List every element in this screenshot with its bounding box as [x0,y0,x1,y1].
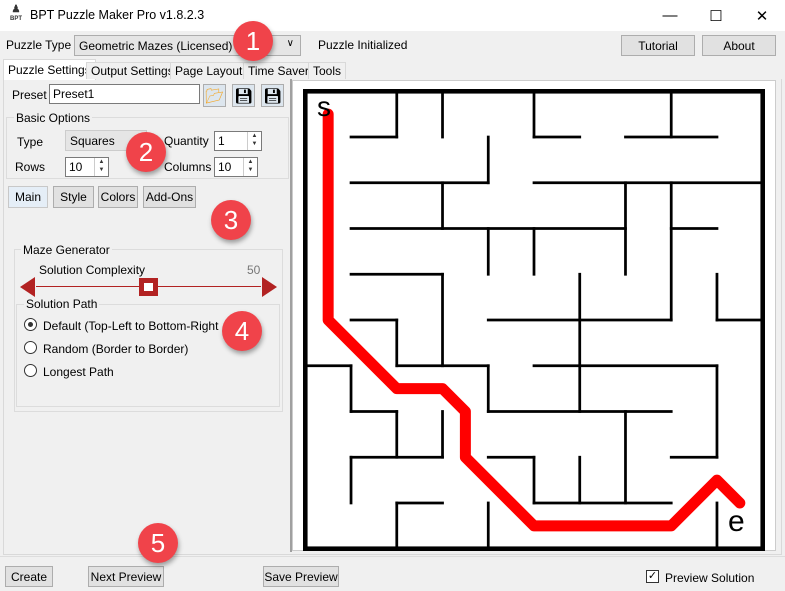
preset-label: Preset [12,88,47,102]
callout-badge-2: 2 [126,132,166,172]
rows-label: Rows [15,160,46,174]
radio-random-label[interactable]: Random (Border to Border) [43,342,188,356]
tab-puzzle-settings[interactable]: Puzzle Settings [3,59,96,80]
type-label: Type [17,135,44,149]
maze-svg [303,89,765,551]
save-as-icon[interactable]: 💾︎ [261,84,284,107]
create-button[interactable]: Create [5,566,53,587]
quantity-label: Quantity [164,134,209,148]
maze-preview: s e [292,80,776,551]
subtab-style[interactable]: Style [53,186,94,208]
callout-badge-4: 4 [222,311,262,351]
maze-start-label: s [317,91,331,122]
complexity-label: Solution Complexity [39,263,146,277]
save-preview-button[interactable]: Save Preview [263,566,339,587]
maze-end-label: e [728,505,745,538]
callout-badge-1: 1 [233,21,273,61]
chevron-down-icon: ∨ [286,38,294,49]
slider-thumb[interactable] [138,278,158,296]
preview-solution-checkbox[interactable]: ✓ [646,570,659,583]
callout-badge-3: 3 [211,200,251,240]
radio-default[interactable] [24,318,37,331]
radio-default-label[interactable]: Default (Top-Left to Bottom-Right [43,319,218,333]
rows-stepper[interactable]: 10 ▲ ▼ [65,157,109,177]
preview-solution-label[interactable]: Preview Solution [665,571,754,585]
divider [0,556,785,557]
maze-generator-title: Maze Generator [21,243,112,257]
rows-value: 10 [69,160,83,174]
puzzle-type-value: Geometric Mazes (Licensed) [79,38,233,53]
columns-label: Columns [164,160,212,174]
tab-page-layout[interactable]: Page Layout [170,62,248,79]
callout-badge-5: 5 [138,523,178,563]
columns-value: 10 [218,160,232,174]
solution-path-title: Solution Path [24,297,100,311]
folder-open-icon[interactable]: 📂︎ [203,84,226,107]
app-logo-icon: ♟ BPT [10,4,22,23]
quantity-value: 1 [218,134,225,148]
complexity-slider[interactable] [20,277,277,297]
columns-stepper[interactable]: 10 ▲ ▼ [214,157,258,177]
maximize-icon[interactable]: ☐ [693,0,739,31]
quantity-stepper[interactable]: 1 ▲ ▼ [214,131,262,151]
close-icon[interactable]: ✕ [739,0,785,31]
tab-tools[interactable]: Tools [308,62,347,79]
preset-input[interactable]: Preset1 [49,84,200,104]
about-button[interactable]: About [702,35,776,56]
basic-options-title: Basic Options [14,111,93,125]
save-icon[interactable]: 💾︎ [232,84,255,107]
minimize-icon[interactable]: — [647,0,693,31]
slider-right-arrow-icon[interactable] [262,277,277,297]
spin-arrows-icon[interactable]: ▲ ▼ [94,158,108,176]
radio-longest[interactable] [24,364,37,377]
status-text: Puzzle Initialized [318,38,408,52]
slider-left-arrow-icon[interactable] [20,277,35,297]
next-preview-button[interactable]: Next Preview [88,566,164,587]
radio-random[interactable] [24,341,37,354]
radio-longest-label[interactable]: Longest Path [43,365,114,379]
subtab-add-ons[interactable]: Add-Ons [143,186,196,208]
puzzle-type-label: Puzzle Type [6,38,72,52]
subtab-colors[interactable]: Colors [98,186,138,208]
spin-arrows-icon[interactable]: ▲ ▼ [243,158,257,176]
tab-output-settings[interactable]: Output Settings [86,62,179,79]
tab-time-saver[interactable]: Time Saver [243,62,314,79]
complexity-value: 50 [247,263,261,277]
subtab-main[interactable]: Main [8,186,48,208]
tutorial-button[interactable]: Tutorial [621,35,695,56]
spin-arrows-icon[interactable]: ▲ ▼ [247,132,261,150]
window-title: BPT Puzzle Maker Pro v1.8.2.3 [30,8,205,22]
